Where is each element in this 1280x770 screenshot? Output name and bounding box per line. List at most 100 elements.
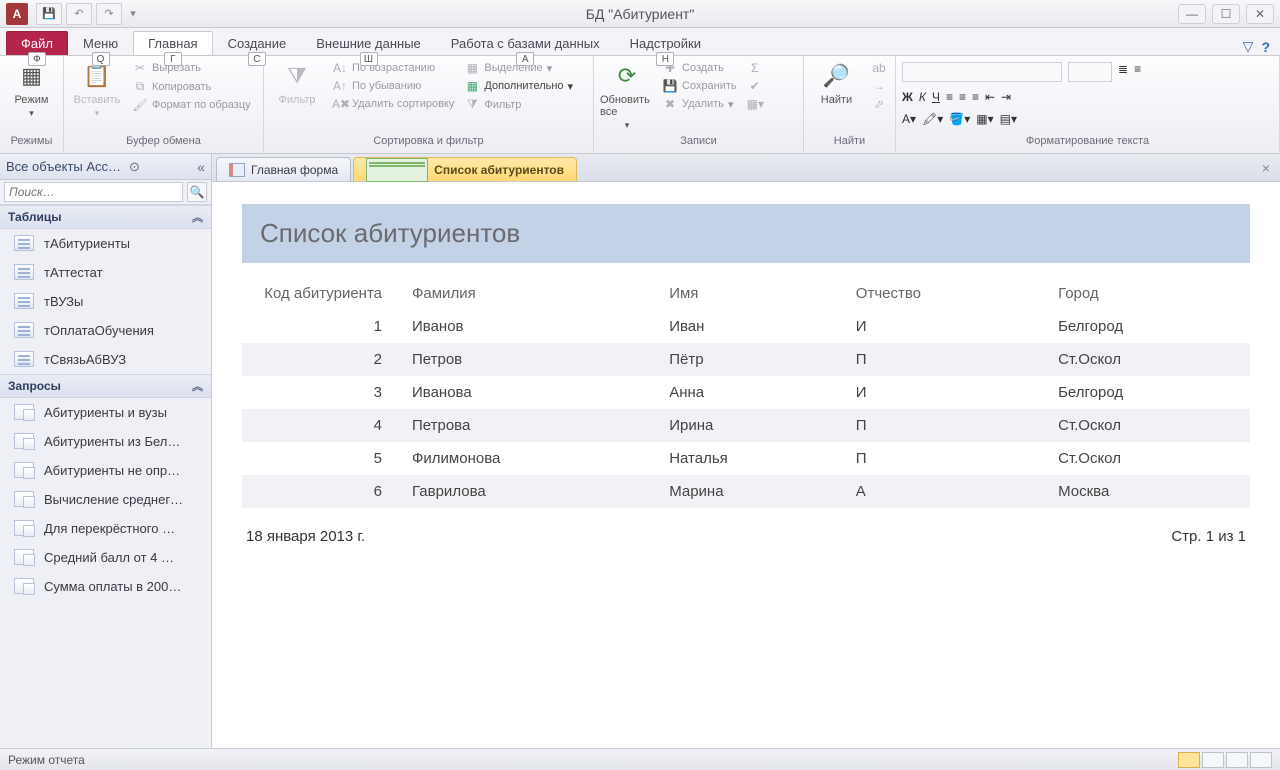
bullets-icon[interactable]: ≣: [1118, 62, 1128, 76]
goto-button[interactable]: →: [869, 78, 889, 94]
align-center-icon[interactable]: ≡: [959, 90, 966, 104]
numbering-icon[interactable]: ≡: [1134, 62, 1141, 76]
view-design-button[interactable]: [1250, 752, 1272, 768]
nav-group-header[interactable]: Таблицы︽: [0, 205, 211, 229]
nav-item-label: Абитуриенты из Бел…: [44, 434, 180, 449]
query-icon: [14, 520, 34, 536]
group-label-sortfilter: Сортировка и фильтр: [270, 135, 587, 153]
save-record-button[interactable]: 💾Сохранить: [660, 78, 739, 94]
cell: А: [846, 475, 1048, 508]
document-tab[interactable]: Главная форма: [216, 157, 351, 181]
align-right-icon[interactable]: ≡: [972, 90, 979, 104]
nav-item[interactable]: Абитуриенты из Бел…: [0, 427, 211, 456]
search-input[interactable]: [4, 182, 183, 202]
minimize-button[interactable]: —: [1178, 4, 1206, 24]
cell: Петрова: [402, 409, 659, 442]
view-report-button[interactable]: [1178, 752, 1200, 768]
search-icon[interactable]: 🔍: [187, 182, 207, 202]
sort-asc-button[interactable]: A↓По возрастанию: [330, 60, 456, 76]
nav-item[interactable]: Абитуриенты и вузы: [0, 398, 211, 427]
replace-button[interactable]: ab: [869, 60, 889, 76]
nav-item[interactable]: тАттестат: [0, 258, 211, 287]
ribbon-minimize-icon[interactable]: ▽: [1243, 38, 1254, 55]
nav-item[interactable]: Средний балл от 4 …: [0, 543, 211, 572]
clear-sort-button[interactable]: A✖Удалить сортировку: [330, 96, 456, 112]
font-combo[interactable]: [902, 62, 1062, 82]
toggle-filter-button[interactable]: ⧩Фильтр: [462, 96, 575, 113]
nav-item-label: Абитуриенты не опр…: [44, 463, 180, 478]
navigation-pane: Все объекты Acc…⊙ « 🔍 Таблицы︽ тАбитуриен…: [0, 154, 212, 748]
close-button[interactable]: ✕: [1246, 4, 1274, 24]
document-tab[interactable]: Список абитуриентов: [353, 157, 577, 181]
column-header: Код абитуриента: [242, 277, 402, 310]
underline-icon[interactable]: Ч: [932, 90, 940, 104]
cell: Белгород: [1048, 376, 1250, 409]
nav-item[interactable]: Вычисление среднег…: [0, 485, 211, 514]
fontsize-combo[interactable]: [1068, 62, 1112, 82]
replace-icon: ab: [871, 61, 887, 75]
nav-item-label: Для перекрёстного …: [44, 521, 175, 536]
indent-inc-icon[interactable]: ⇥: [1001, 90, 1011, 104]
key-tip: Ш: [360, 52, 378, 66]
report-date: 18 января 2013 г.: [246, 528, 365, 545]
ribbon: ▦Режим▾ Режимы 📋Вставить▾ ✂Вырезать ⧉Коп…: [0, 56, 1280, 154]
nav-item[interactable]: тОплатаОбучения: [0, 316, 211, 345]
cell: Анна: [659, 376, 846, 409]
gridlines-icon[interactable]: ▦▾: [976, 112, 993, 126]
sort-desc-icon: A↑: [332, 79, 348, 93]
tab-external-data[interactable]: Внешние данныеШ: [301, 31, 436, 55]
paste-button[interactable]: 📋Вставить▾: [70, 58, 124, 119]
cell: 3: [242, 376, 402, 409]
help-icon[interactable]: ?: [1261, 39, 1270, 55]
tab-create[interactable]: СозданиеС: [213, 31, 302, 55]
italic-icon[interactable]: К: [919, 90, 926, 104]
nav-header[interactable]: Все объекты Acc…⊙ «: [0, 154, 211, 180]
sort-desc-button[interactable]: A↑По убыванию: [330, 78, 456, 94]
totals-button[interactable]: Σ: [745, 60, 765, 76]
maximize-button[interactable]: ☐: [1212, 4, 1240, 24]
tab-menu[interactable]: МенюQ: [68, 31, 133, 55]
copy-button[interactable]: ⧉Копировать: [130, 78, 253, 95]
nav-item[interactable]: Для перекрёстного …: [0, 514, 211, 543]
tab-addins[interactable]: НадстройкиН: [615, 31, 716, 55]
indent-dec-icon[interactable]: ⇤: [985, 90, 995, 104]
cell: Ст.Оскол: [1048, 442, 1250, 475]
tab-db-tools[interactable]: Работа с базами данныхА: [436, 31, 615, 55]
filter-button[interactable]: ⧩Фильтр: [270, 58, 324, 106]
highlight-icon[interactable]: 🖍▾: [922, 112, 943, 126]
nav-item[interactable]: Сумма оплаты в 200…: [0, 572, 211, 601]
view-print-button[interactable]: [1202, 752, 1224, 768]
nav-item-label: тАбитуриенты: [44, 236, 130, 251]
report-table: Код абитуриентаФамилияИмяОтчествоГород 1…: [242, 277, 1250, 508]
nav-item[interactable]: тАбитуриенты: [0, 229, 211, 258]
font-color-icon[interactable]: A▾: [902, 112, 916, 126]
close-tab-button[interactable]: ×: [1258, 160, 1274, 176]
view-button[interactable]: ▦Режим▾: [6, 58, 57, 119]
nav-group-header[interactable]: Запросы︽: [0, 374, 211, 398]
nav-item[interactable]: тСвязьАбВУЗ: [0, 345, 211, 374]
collapse-pane-icon[interactable]: «: [197, 159, 205, 175]
bold-icon[interactable]: Ж: [902, 90, 913, 104]
fill-icon[interactable]: 🪣▾: [949, 112, 970, 126]
more-icon: ▦▾: [747, 97, 763, 111]
select-button[interactable]: ⬀: [869, 96, 889, 112]
view-layout-button[interactable]: [1226, 752, 1248, 768]
align-left-icon[interactable]: ≡: [946, 90, 953, 104]
key-tip: С: [248, 52, 266, 66]
clear-icon: A✖: [332, 97, 348, 111]
find-button[interactable]: 🔎Найти: [810, 58, 863, 106]
tab-file[interactable]: ФайлФ: [6, 31, 68, 55]
tab-home[interactable]: ГлавнаяГ: [133, 31, 212, 55]
format-painter-button[interactable]: 🖌Формат по образцу: [130, 97, 253, 113]
spelling-button[interactable]: ✔: [745, 78, 765, 94]
altrow-icon[interactable]: ▤▾: [1000, 112, 1017, 126]
cell: П: [846, 409, 1048, 442]
delete-record-button[interactable]: ✖Удалить ▾: [660, 96, 739, 112]
refresh-all-button[interactable]: ⟳Обновить все▾: [600, 58, 654, 131]
nav-item[interactable]: Абитуриенты не опр…: [0, 456, 211, 485]
advanced-button[interactable]: ▦Дополнительно ▾: [462, 78, 575, 94]
nav-item-label: тСвязьАбВУЗ: [44, 352, 126, 367]
more-button[interactable]: ▦▾: [745, 96, 765, 112]
nav-item[interactable]: тВУЗы: [0, 287, 211, 316]
cut-button[interactable]: ✂Вырезать: [130, 60, 253, 76]
